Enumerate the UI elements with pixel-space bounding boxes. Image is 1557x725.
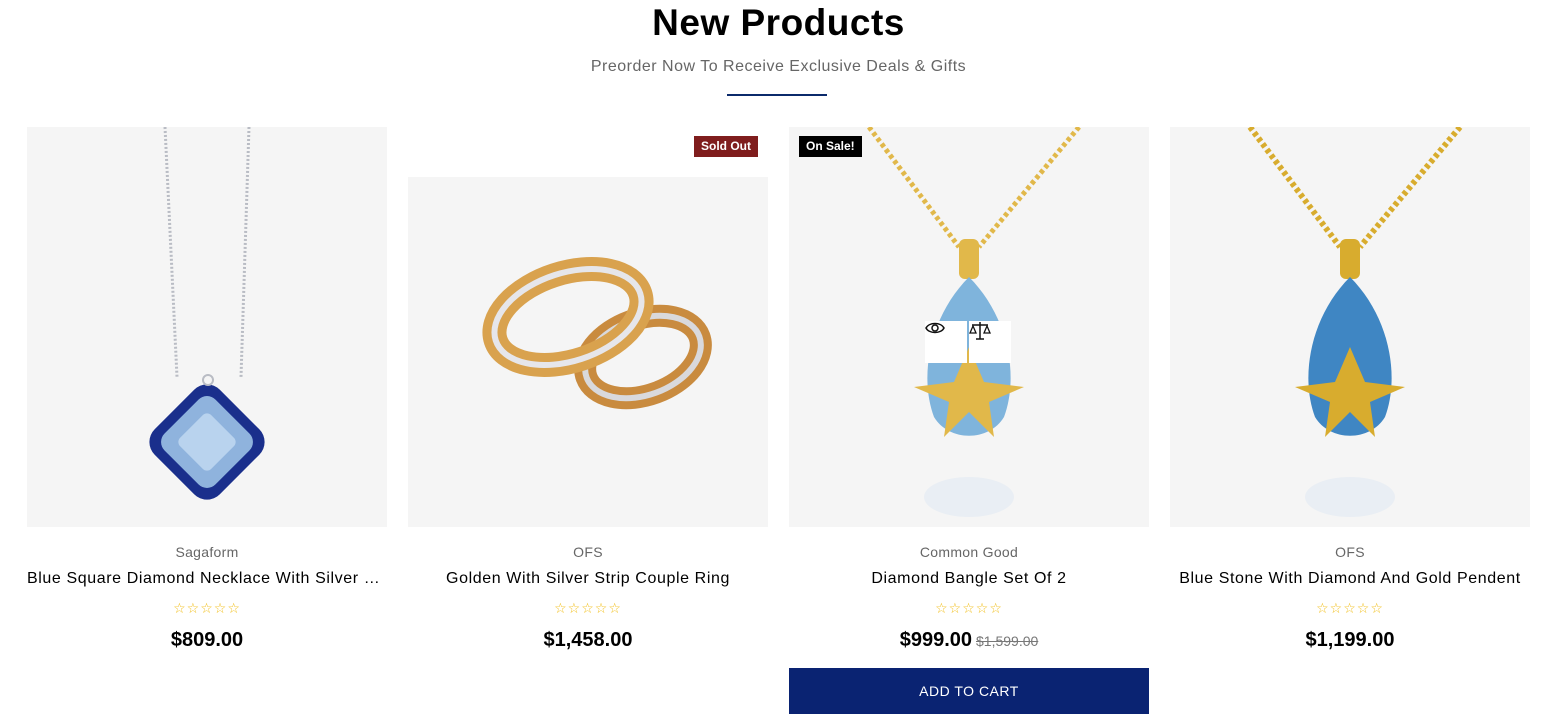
product-name[interactable]: Diamond Bangle Set Of 2 xyxy=(779,570,1159,588)
product-name[interactable]: Golden With Silver Strip Couple Ring xyxy=(398,570,778,588)
title-underline xyxy=(727,94,827,96)
product-brand[interactable]: OFS xyxy=(1170,544,1530,560)
section-subtitle: Preorder Now To Receive Exclusive Deals … xyxy=(590,58,967,75)
rating-stars: ☆☆☆☆☆ xyxy=(554,600,622,616)
rating-stars: ☆☆☆☆☆ xyxy=(1316,600,1384,616)
current-price: $1,199.00 xyxy=(1305,629,1395,651)
product-card[interactable]: On Sale! Common Good Diamond Bangle Set … xyxy=(789,127,1149,717)
product-price: $809.00 xyxy=(27,629,387,652)
current-price: $1,458.00 xyxy=(543,629,633,651)
eye-icon xyxy=(925,322,945,334)
necklace-image xyxy=(149,127,265,500)
product-name[interactable]: Blue Stone With Diamond And Gold Pendent xyxy=(1160,570,1540,588)
rating-stars: ☆☆☆☆☆ xyxy=(173,600,241,616)
product-price: $1,458.00 xyxy=(408,629,768,652)
product-brand[interactable]: Common Good xyxy=(789,544,1149,560)
current-price: $999.00 xyxy=(899,629,972,651)
compare-button[interactable] xyxy=(969,321,1011,363)
stone-pendant-image xyxy=(1247,127,1463,517)
product-brand[interactable]: OFS xyxy=(408,544,768,560)
product-card[interactable]: Sold Out OFS Golden With Silver Strip Co… xyxy=(408,127,768,717)
on-sale-badge: On Sale! xyxy=(799,136,862,157)
product-image[interactable]: Sold Out xyxy=(408,127,768,527)
sold-out-badge: Sold Out xyxy=(694,136,758,157)
old-price: $1,599.00 xyxy=(976,633,1039,649)
rating-stars: ☆☆☆☆☆ xyxy=(935,600,1003,616)
product-card[interactable]: OFS Blue Stone With Diamond And Gold Pen… xyxy=(1170,127,1530,717)
product-image[interactable] xyxy=(1170,127,1530,527)
current-price: $809.00 xyxy=(170,629,244,651)
product-card[interactable]: Sagaform Blue Square Diamond Necklace Wi… xyxy=(27,127,387,717)
product-name[interactable]: Blue Square Diamond Necklace With Silver… xyxy=(27,570,387,588)
section-title: New Products xyxy=(652,2,905,43)
product-image[interactable] xyxy=(27,127,387,527)
product-price: $999.00 $1,599.00 xyxy=(789,629,1149,652)
rings-image xyxy=(408,127,768,410)
compare-icon xyxy=(969,322,991,340)
product-brand[interactable]: Sagaform xyxy=(27,544,387,560)
add-to-cart-button[interactable]: ADD TO CART xyxy=(789,668,1149,714)
product-price: $1,199.00 xyxy=(1170,629,1530,652)
quick-view-button[interactable] xyxy=(925,321,967,363)
product-image[interactable]: On Sale! xyxy=(789,127,1149,527)
